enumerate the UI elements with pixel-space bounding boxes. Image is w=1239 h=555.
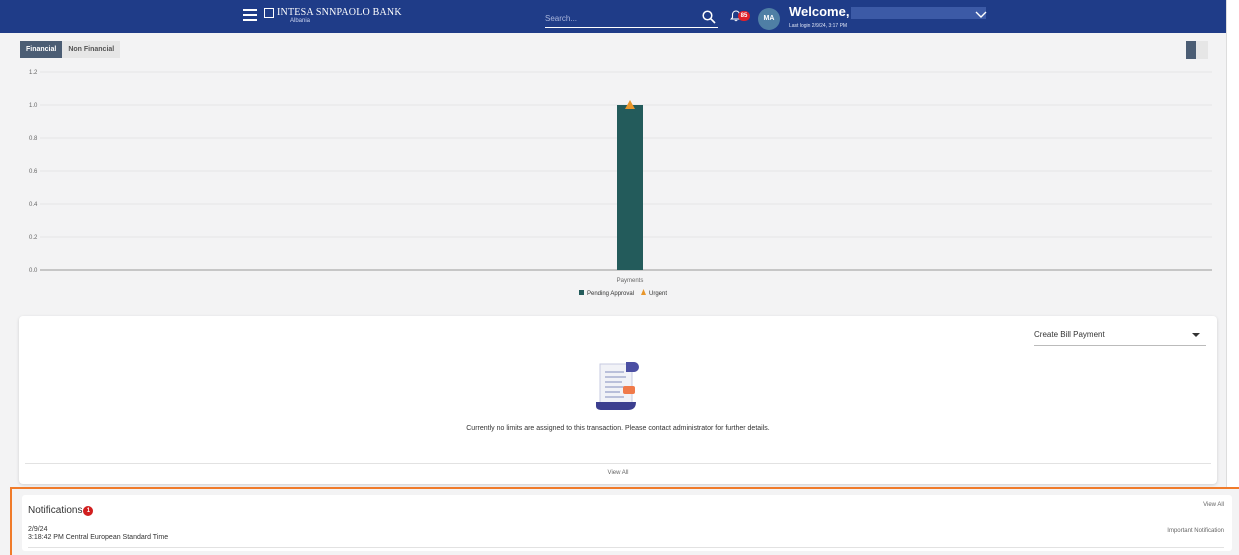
search-icon[interactable]: [702, 10, 716, 24]
notifications-heading: Notifications 1: [28, 505, 94, 516]
search-input[interactable]: [545, 9, 695, 28]
view-all-limits-link[interactable]: View All: [19, 470, 1217, 476]
tab-financial[interactable]: Financial: [20, 41, 63, 58]
tab-non-financial[interactable]: Non Financial: [62, 41, 121, 58]
search-box: [545, 8, 718, 28]
y-tick-label: 0.2: [29, 235, 38, 241]
bar-pending-approval: [617, 105, 643, 270]
y-tick-label: 0.6: [29, 169, 38, 175]
legend-label-pending-approval: Pending Approval: [587, 291, 634, 297]
notification-count-badge: 85: [738, 11, 750, 21]
transaction-type-select[interactable]: Create Bill Payment: [1034, 324, 1206, 346]
y-tick-label: 0.0: [29, 268, 38, 274]
welcome-label: Welcome,: [789, 4, 850, 19]
no-limits-message: Currently no limits are assigned to this…: [466, 425, 770, 432]
avatar[interactable]: MA: [758, 8, 780, 30]
chart-view-toggle-active: [1186, 41, 1196, 59]
legend-swatch-pending-approval: [579, 290, 584, 295]
limits-card: Create Bill Payment Currently no limits …: [19, 316, 1217, 484]
financial-toggle: Financial Non Financial: [20, 41, 121, 58]
scrollbar[interactable]: [1226, 0, 1239, 487]
y-tick-label: 1.0: [29, 103, 38, 109]
divider: [28, 547, 1224, 548]
top-navbar: INTESA SNNPAOLO BANK Albania 85 MA Welco…: [0, 0, 1226, 33]
x-tick-label: Payments: [617, 278, 644, 284]
notification-timestamp: 2/9/24 3:18:42 PM Central European Stand…: [28, 526, 168, 542]
legend-swatch-urgent: [641, 289, 646, 295]
chart-view-toggle[interactable]: [1186, 41, 1208, 59]
notifications-card: Notifications 1 View All 2/9/24 3:18:42 P…: [22, 495, 1232, 551]
legend-label-urgent: Urgent: [649, 291, 667, 297]
chevron-down-icon[interactable]: [975, 10, 987, 20]
hamburger-menu-icon[interactable]: [243, 9, 257, 21]
user-name-redacted: [851, 6, 987, 19]
bank-logo[interactable]: INTESA SNNPAOLO BANK Albania: [264, 7, 402, 25]
bank-country: Albania: [290, 18, 311, 24]
notifications-section: Notifications 1 View All 2/9/24 3:18:42 P…: [10, 487, 1239, 555]
view-all-notifications-link[interactable]: View All: [1203, 502, 1224, 508]
pending-transactions-chart: 0.0 0.2 0.4 0.6 0.8 1.0 1.2 Payments Pending App…: [29, 70, 1212, 297]
welcome-message: Welcome,: [789, 4, 987, 19]
logo-mark-icon: [264, 8, 274, 18]
y-tick-label: 0.8: [29, 136, 38, 142]
notifications-title: Notifications: [28, 505, 83, 516]
document-illustration-icon: [596, 362, 639, 410]
notification-date: 2/9/24: [28, 526, 48, 533]
notification-type-link[interactable]: Important Notification: [1167, 528, 1224, 534]
notifications-count-badge: 1: [83, 506, 94, 516]
notification-time: 3:18:42 PM Central European Standard Tim…: [28, 534, 169, 541]
caret-down-icon: [1192, 333, 1200, 337]
last-login: Last login 2/9/24, 3:17 PM: [789, 23, 848, 29]
y-tick-label: 1.2: [29, 70, 38, 76]
y-tick-label: 0.4: [29, 202, 38, 208]
divider: [25, 463, 1211, 464]
select-value: Create Bill Payment: [1034, 330, 1105, 339]
bank-name: INTESA SNNPAOLO BANK: [277, 7, 402, 18]
